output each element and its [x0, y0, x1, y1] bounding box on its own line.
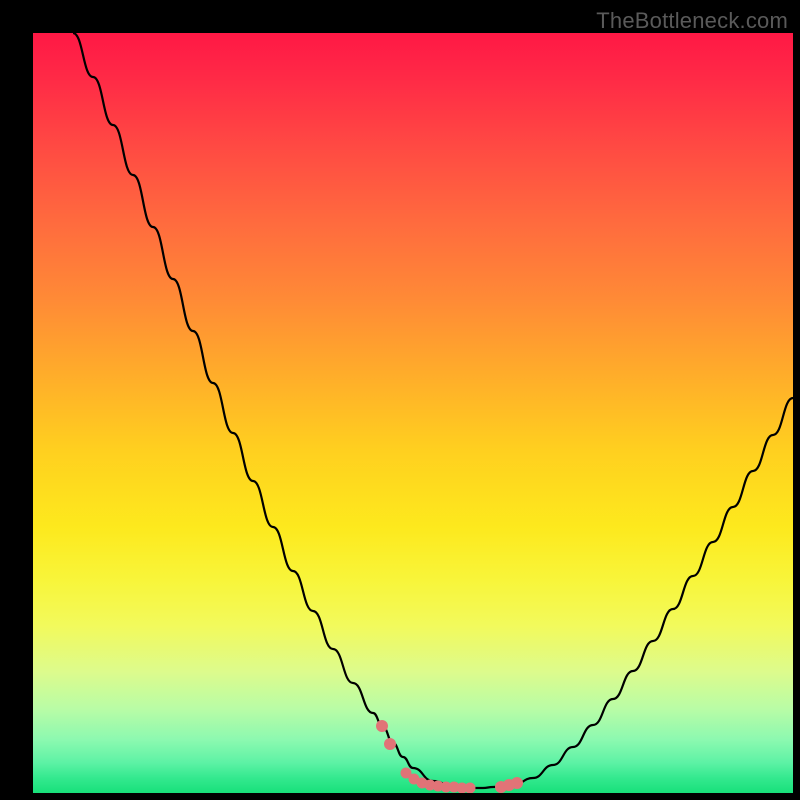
marker-cluster-left [376, 720, 396, 750]
marker-dot [376, 720, 388, 732]
marker-dot [511, 777, 523, 789]
marker-dot [384, 738, 396, 750]
watermark-text: TheBottleneck.com [596, 8, 788, 34]
bottleneck-curve [33, 33, 793, 793]
marker-cluster-right [495, 777, 523, 793]
curve-line [73, 33, 793, 788]
marker-dot [465, 783, 476, 794]
plot-area [33, 33, 793, 793]
marker-cluster-bottom [401, 768, 476, 794]
chart-frame: TheBottleneck.com [0, 0, 800, 800]
